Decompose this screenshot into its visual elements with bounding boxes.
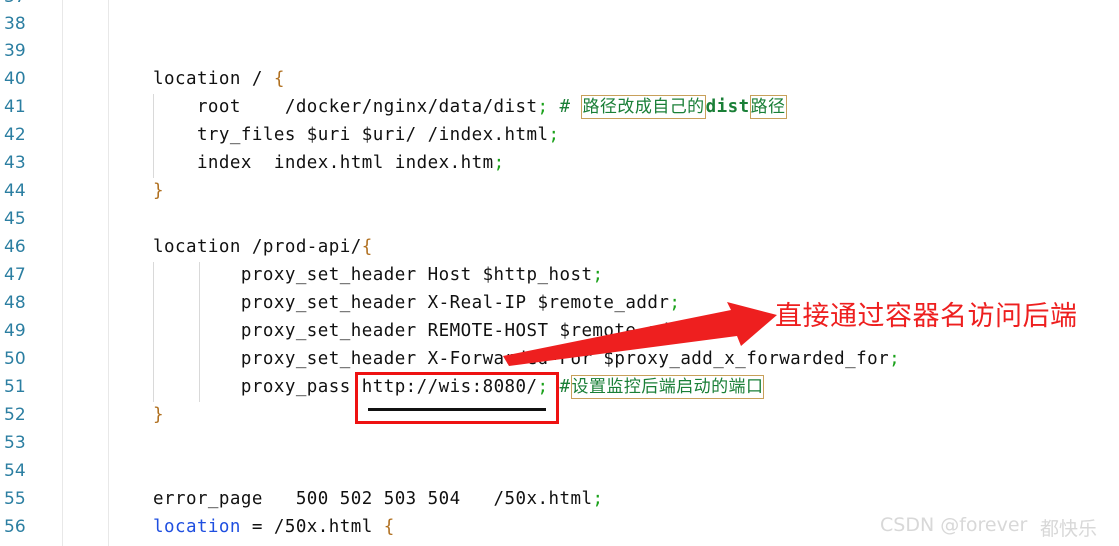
token-semicolon: ; [592,489,604,509]
token-brace: } [153,405,164,425]
code-line-50[interactable]: proxy_set_header X-Forwarded-For $proxy_… [153,346,900,373]
token-keyword: location [153,237,241,257]
code-line-55[interactable]: error_page 500 502 503 504 /50x.html; [153,486,603,513]
code-line-56[interactable]: location = /50x.html { [153,514,395,541]
code-line-46[interactable]: location /prod-api/{ [153,234,373,261]
token-comment-hash: # [548,97,582,117]
token-directive: error_page 500 502 503 504 /50x.html [153,489,593,509]
token-semicolon: ; [537,97,549,117]
watermark-nickname: 都快乐 [1040,518,1098,540]
token-directive: proxy_set_header REMOTE-HOST $remote_add… [153,321,692,341]
token-keyword-highlighted: location [153,517,241,537]
token-semicolon: ; [889,349,901,369]
code-line-43[interactable]: index index.html index.htm; [153,150,505,177]
token-brace: { [383,517,395,537]
code-line-48[interactable]: proxy_set_header X-Real-IP $remote_addr; [153,290,680,317]
token-proxy-url[interactable]: http://wis:8080/ [362,377,538,397]
token-brace: { [361,237,373,257]
token-path: / [240,69,274,89]
token-directive: root /docker/nginx/data/dist [153,97,538,117]
token-directive: index index.html index.htm [153,153,494,173]
token-comment-dist: dist [705,97,750,117]
code-line-52[interactable]: } [153,402,164,429]
code-content[interactable]: location / { root /docker/nginx/data/dis… [0,0,1119,546]
token-semicolon: ; [493,153,505,173]
watermark-site: CSDN @forever [880,514,1028,536]
token-brace: } [153,181,164,201]
token-semicolon: ; [669,293,681,313]
code-line-41[interactable]: root /docker/nginx/data/dist; # 路径改成自己的d… [153,94,787,121]
code-line-51[interactable]: proxy_pass http://wis:8080/; #设置监控后端启动的端… [153,374,765,401]
comment-highlight-box-a: 路径改成自己的 [581,95,706,119]
token-directive: proxy_set_header X-Real-IP $remote_addr [153,293,670,313]
token-semicolon: ; [592,265,604,285]
token-comment-hash: # [548,377,571,397]
comment-highlight-box-c: 设置监控后端启动的端口 [570,375,765,399]
token-directive: proxy_set_header Host $http_host [153,265,593,285]
code-line-47[interactable]: proxy_set_header Host $http_host; [153,262,603,289]
code-line-44[interactable]: } [153,178,164,205]
token-path: /prod-api/ [240,237,362,257]
code-line-49[interactable]: proxy_set_header REMOTE-HOST $remote_add… [153,318,702,345]
token-directive: proxy_set_header X-Forwarded-For $proxy_… [153,349,890,369]
code-line-40[interactable]: location / { [153,66,285,93]
code-line-42[interactable]: try_files $uri $uri/ /index.html; [153,122,560,149]
token-directive: try_files $uri $uri/ /index.html [153,125,549,145]
comment-highlight-box-b: 路径 [749,95,787,119]
token-semicolon: ; [691,321,703,341]
token-keyword: location [153,69,241,89]
code-editor[interactable]: 37 38 39 40 41 42 43 44 45 46 47 48 49 5… [0,0,1119,546]
token-semicolon: ; [548,125,560,145]
token-directive: proxy_pass [153,377,362,397]
token-brace: { [273,69,285,89]
token-path: = /50x.html [240,517,384,537]
token-semicolon: ; [537,377,549,397]
